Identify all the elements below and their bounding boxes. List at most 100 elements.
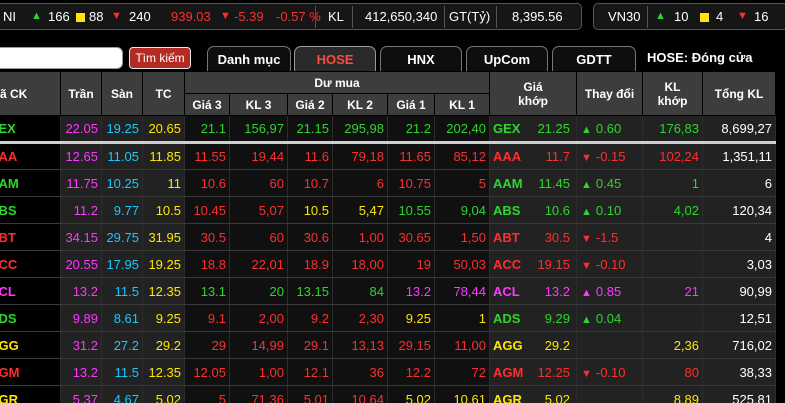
bid-price3-cell: 10.45 bbox=[184, 196, 230, 224]
header-match-volume[interactable]: KL khớp bbox=[642, 71, 703, 116]
bid-price2-cell: 10.5 bbox=[287, 196, 333, 224]
table-row[interactable]: BS 11.2 9.77 10.5 10.45 5,07 10.5 5,47 10.55 9,04… bbox=[0, 196, 776, 224]
bid-price2-cell: 5.01 bbox=[287, 385, 333, 403]
match-symbol[interactable]: AAM bbox=[493, 176, 523, 191]
index-value: 939.03 bbox=[171, 9, 211, 24]
match-symbol[interactable]: ADS bbox=[493, 311, 520, 326]
table-row[interactable]: BT 34.15 29.75 31.95 30.5 60 30.6 1,00 30.65 1,50… bbox=[0, 223, 776, 251]
vn30-index-panel[interactable]: VN30 ▲ 10 4 ▼ 16 bbox=[593, 3, 785, 30]
total-volume-cell: 525,81 bbox=[702, 385, 776, 403]
reference-cell: 12.35 bbox=[142, 277, 185, 305]
match-symbol[interactable]: AAA bbox=[493, 149, 521, 164]
header-bid-vol1[interactable]: KL 1 bbox=[434, 93, 490, 116]
symbol-cell: AM bbox=[0, 169, 61, 197]
header-total-volume[interactable]: Tổng KL bbox=[702, 71, 776, 116]
match-symbol[interactable]: AGM bbox=[493, 365, 523, 380]
match-price: 29.2 bbox=[544, 337, 570, 353]
match-symbol[interactable]: AGG bbox=[493, 338, 523, 353]
table-row[interactable]: DS 9.89 8.61 9.25 9.1 2,00 9.2 2,30 9.25 1 ADS 9.29… bbox=[0, 304, 776, 332]
match-symbol[interactable]: ABT bbox=[493, 230, 520, 245]
tab-upcom[interactable]: UpCom bbox=[466, 46, 548, 72]
header-bid-price2[interactable]: Giá 2 bbox=[287, 93, 333, 116]
header-match-price[interactable]: Giá khớp bbox=[489, 71, 577, 116]
symbol-cell: BT bbox=[0, 223, 61, 251]
volume-value: 412,650,340 bbox=[365, 9, 438, 24]
header-bid-price3[interactable]: Giá 3 bbox=[184, 93, 230, 116]
table-row[interactable]: CC 20.55 17.95 19.25 18.8 22,01 18.9 18,00 19 50,… bbox=[0, 250, 776, 278]
table-row[interactable]: AA 12.65 11.05 11.85 11.55 19,44 11.6 79,18 11.6… bbox=[0, 142, 776, 170]
bid-price3-cell: 9.1 bbox=[184, 304, 230, 332]
match-symbol[interactable]: ACL bbox=[493, 284, 520, 299]
triangle-down-icon: ▼ bbox=[111, 10, 122, 22]
tab-hnx[interactable]: HNX bbox=[380, 46, 462, 72]
table-row[interactable]: CL 13.2 11.5 12.35 13.1 20 13.15 84 13.2 78,44 ACL… bbox=[0, 277, 776, 305]
triangle-up-icon: ▲ bbox=[581, 313, 592, 326]
search-input[interactable] bbox=[0, 47, 123, 69]
triangle-down-icon: ▼ bbox=[220, 10, 231, 22]
header-bid-vol2[interactable]: KL 2 bbox=[332, 93, 388, 116]
bid-vol2-cell: 295,98 bbox=[332, 115, 388, 144]
header-bid-price1[interactable]: Giá 1 bbox=[387, 93, 435, 116]
header-symbol[interactable]: ã CK bbox=[0, 71, 61, 116]
total-volume-cell: 8,699,27 bbox=[702, 115, 776, 144]
bid-price3-cell: 11.55 bbox=[184, 142, 230, 170]
tab-gdtt[interactable]: GDTT bbox=[552, 46, 636, 72]
table-row[interactable]: GR 5.37 4.67 5.02 5 71,36 5.01 10,64 5.02 10,61 AG… bbox=[0, 385, 776, 403]
bid-price2-cell: 29.1 bbox=[287, 331, 333, 359]
ceiling-cell: 22.05 bbox=[60, 115, 102, 144]
change-cell: ▲ 0.45 bbox=[576, 169, 643, 197]
change-value: -0.15 bbox=[595, 149, 626, 164]
match-symbol[interactable]: ABS bbox=[493, 203, 520, 218]
volume-label: KL bbox=[328, 9, 344, 24]
symbol-cell: CL bbox=[0, 277, 61, 305]
bid-price1-cell: 29.15 bbox=[387, 331, 435, 359]
bid-price3-cell: 18.8 bbox=[184, 250, 230, 278]
header-floor[interactable]: Sàn bbox=[101, 71, 143, 116]
match-symbol[interactable]: AGR bbox=[493, 392, 522, 403]
header-ceiling[interactable]: Trần bbox=[60, 71, 102, 116]
unchanged-count: 88 bbox=[89, 9, 104, 24]
reference-cell: 19.25 bbox=[142, 250, 185, 278]
floor-cell: 17.95 bbox=[101, 250, 143, 278]
header-reference[interactable]: TC bbox=[142, 71, 185, 116]
match-volume-cell: 2,36 bbox=[642, 331, 703, 359]
header-bid-vol3[interactable]: KL 3 bbox=[229, 93, 288, 116]
hnx-index-panel[interactable]: NI ▲ 166 88 ▼ 240 939.03 ▼ -5.39 -0.57 %… bbox=[0, 3, 582, 30]
bid-vol2-cell: 6 bbox=[332, 169, 388, 197]
tab-watchlist[interactable]: Danh mục bbox=[207, 46, 291, 72]
change-value: -1.5 bbox=[595, 229, 619, 245]
bid-vol1-cell: 85,12 bbox=[434, 142, 490, 170]
index-bar: NI ▲ 166 88 ▼ 240 939.03 ▼ -5.39 -0.57 %… bbox=[0, 0, 785, 33]
table-row[interactable]: GM 13.2 11.5 12.35 12.05 1,00 12.1 36 12.2 72 AGM 1… bbox=[0, 358, 776, 386]
tab-hose[interactable]: HOSE bbox=[294, 46, 376, 72]
symbol-cell: BS bbox=[0, 196, 61, 224]
table-row[interactable]: AM 11.75 10.25 11 10.6 60 10.7 6 10.75 5 AAM 11.45 ▲… bbox=[0, 169, 776, 197]
match-cell: ABT 30.5 bbox=[489, 223, 577, 251]
match-volume-cell: 21 bbox=[642, 277, 703, 305]
bid-price3-cell: 10.6 bbox=[184, 169, 230, 197]
symbol-cell: GR bbox=[0, 385, 61, 403]
match-symbol[interactable]: ACC bbox=[493, 257, 521, 272]
total-volume-cell: 120,34 bbox=[702, 196, 776, 224]
header-bid-group: Dư mua bbox=[184, 71, 490, 94]
match-symbol[interactable]: GEX bbox=[493, 121, 520, 136]
match-price: 19.15 bbox=[537, 256, 570, 272]
header-change[interactable]: Thay đổi bbox=[576, 71, 643, 116]
change-cell: ▲ 0.60 bbox=[576, 115, 643, 144]
bid-price2-cell: 9.2 bbox=[287, 304, 333, 332]
advancers-count: 166 bbox=[48, 9, 70, 24]
table-row[interactable]: EX 22.05 19.25 20.65 21.1 156,97 21.15 295,98 21… bbox=[0, 115, 776, 144]
triangle-down-icon: ▼ bbox=[581, 367, 592, 380]
table-row[interactable]: GG 31.2 27.2 29.2 29 14,99 29.1 13,13 29.15 11,00… bbox=[0, 331, 776, 359]
triangle-up-icon: ▲ bbox=[581, 124, 592, 136]
total-volume-cell: 12,51 bbox=[702, 304, 776, 332]
match-cell: AAA 11.7 bbox=[489, 142, 577, 170]
match-volume-cell: 176,83 bbox=[642, 115, 703, 144]
divider bbox=[496, 6, 497, 28]
bid-vol1-cell: 1 bbox=[434, 304, 490, 332]
search-button[interactable]: Tìm kiếm bbox=[129, 47, 191, 69]
floor-cell: 11.05 bbox=[101, 142, 143, 170]
bid-vol3-cell: 2,00 bbox=[229, 304, 288, 332]
reference-cell: 31.95 bbox=[142, 223, 185, 251]
index-name: NI bbox=[3, 9, 16, 24]
